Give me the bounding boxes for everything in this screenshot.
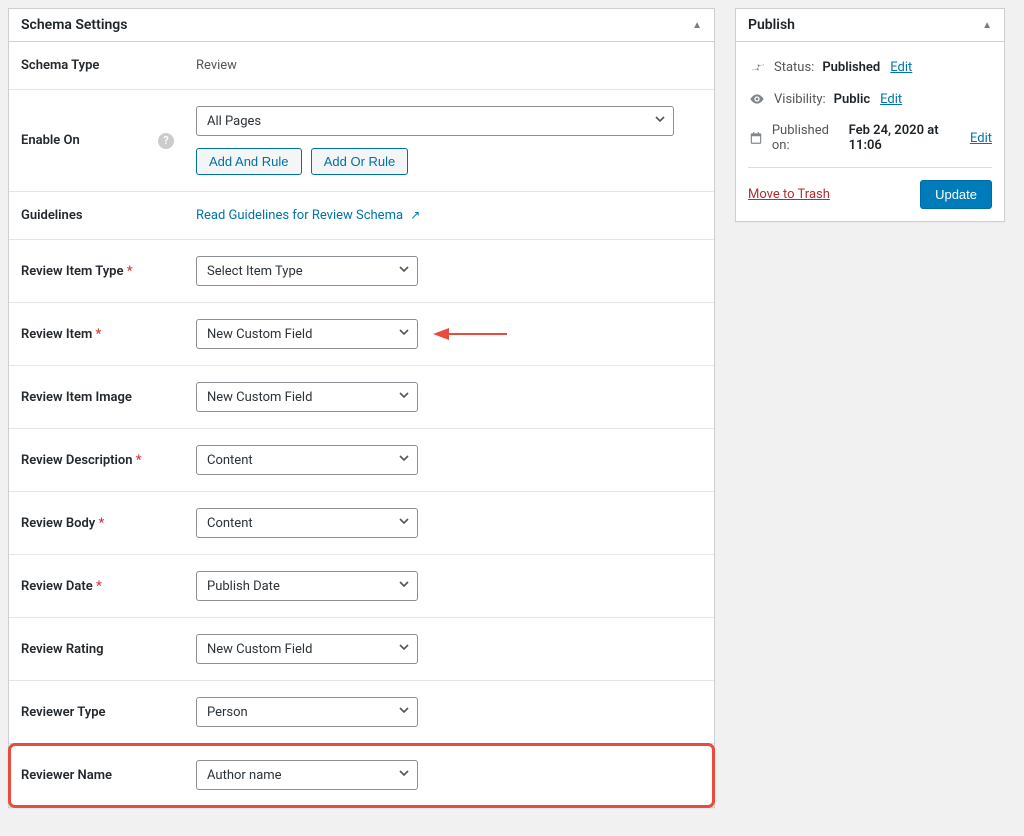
label-reviewer-name: Reviewer Name [9, 744, 184, 807]
label-guidelines: Guidelines [9, 192, 184, 240]
row-review-item-type: Review Item Type * Select Item Type [9, 240, 714, 303]
required-indicator: * [96, 327, 102, 342]
row-review-body: Review Body * Content [9, 492, 714, 555]
chevron-down-icon [398, 326, 410, 342]
eye-icon [748, 91, 766, 107]
publish-title: Publish [748, 17, 795, 33]
label-review-description: Review Description [21, 453, 133, 468]
edit-status-link[interactable]: Edit [890, 60, 912, 75]
label-reviewer-type: Reviewer Type [9, 681, 184, 744]
required-indicator: * [127, 264, 133, 279]
required-indicator: * [136, 453, 142, 468]
chevron-down-icon [398, 641, 410, 657]
chevron-down-icon [398, 515, 410, 531]
label-enable-on: Enable On ? [9, 90, 184, 192]
review-body-select[interactable]: Content [196, 508, 418, 538]
row-review-item-image: Review Item Image New Custom Field [9, 366, 714, 429]
publish-status-value: Published [822, 60, 880, 75]
review-rating-select[interactable]: New Custom Field [196, 634, 418, 664]
row-enable-on: Enable On ? All Pages [9, 90, 714, 192]
calendar-icon [748, 131, 764, 145]
collapse-icon: ▲ [982, 20, 992, 31]
collapse-icon: ▲ [692, 20, 702, 31]
label-review-item-type: Review Item Type [21, 264, 123, 279]
label-review-item-image: Review Item Image [9, 366, 184, 429]
row-schema-type: Schema Type Review [9, 42, 714, 90]
review-item-select[interactable]: New Custom Field [196, 319, 418, 349]
publish-date-line: Published on: Feb 24, 2020 at 11:06 Edit [748, 115, 992, 161]
chevron-down-icon [654, 113, 666, 129]
reviewer-type-select[interactable]: Person [196, 697, 418, 727]
schema-settings-title: Schema Settings [21, 17, 127, 33]
label-review-body: Review Body [21, 516, 95, 531]
schema-settings-panel: Schema Settings ▲ Schema Type Review Ena… [8, 8, 715, 808]
review-date-select[interactable]: Publish Date [196, 571, 418, 601]
move-to-trash-link[interactable]: Move to Trash [748, 187, 830, 202]
publish-status-line: Status: Published Edit [748, 52, 992, 83]
reviewer-name-select[interactable]: Author name [196, 760, 418, 790]
schema-settings-table: Schema Type Review Enable On ? All Pages [9, 42, 714, 807]
publish-panel: Publish ▲ Status: Published Edit Visibi [735, 8, 1005, 222]
row-review-rating: Review Rating New Custom Field [9, 618, 714, 681]
edit-visibility-link[interactable]: Edit [880, 92, 902, 107]
chevron-down-icon [398, 767, 410, 783]
add-or-rule-button[interactable]: Add Or Rule [311, 148, 409, 175]
row-review-date: Review Date * Publish Date [9, 555, 714, 618]
chevron-down-icon [398, 263, 410, 279]
edit-date-link[interactable]: Edit [970, 131, 992, 146]
add-and-rule-button[interactable]: Add And Rule [196, 148, 302, 175]
chevron-down-icon [398, 704, 410, 720]
label-review-item: Review Item [21, 327, 92, 342]
row-review-description: Review Description * Content [9, 429, 714, 492]
update-button[interactable]: Update [920, 180, 992, 209]
value-schema-type: Review [184, 42, 714, 90]
row-reviewer-name: Reviewer Name Author name [9, 744, 714, 807]
chevron-down-icon [398, 452, 410, 468]
row-guidelines: Guidelines Read Guidelines for Review Sc… [9, 192, 714, 240]
label-review-date: Review Date [21, 579, 93, 594]
publish-date-value: Feb 24, 2020 at 11:06 [849, 123, 960, 153]
label-schema-type: Schema Type [9, 42, 184, 90]
external-link-icon: ↗ [410, 208, 420, 222]
review-description-select[interactable]: Content [196, 445, 418, 475]
pin-icon [748, 61, 766, 75]
review-item-type-select[interactable]: Select Item Type [196, 256, 418, 286]
required-indicator: * [96, 579, 102, 594]
required-indicator: * [99, 516, 105, 531]
help-icon[interactable]: ? [158, 133, 174, 149]
publish-visibility-value: Public [834, 92, 870, 107]
chevron-down-icon [398, 389, 410, 405]
chevron-down-icon [398, 578, 410, 594]
row-reviewer-type: Reviewer Type Person [9, 681, 714, 744]
review-item-image-select[interactable]: New Custom Field [196, 382, 418, 412]
row-review-item: Review Item * New Custom Field [9, 303, 714, 366]
schema-settings-header[interactable]: Schema Settings ▲ [9, 9, 714, 42]
annotation-arrow-icon [429, 325, 509, 343]
guidelines-link[interactable]: Read Guidelines for Review Schema ↗ [196, 208, 420, 223]
enable-on-select[interactable]: All Pages [196, 106, 674, 136]
publish-header[interactable]: Publish ▲ [736, 9, 1004, 42]
label-review-rating: Review Rating [9, 618, 184, 681]
publish-visibility-line: Visibility: Public Edit [748, 83, 992, 115]
